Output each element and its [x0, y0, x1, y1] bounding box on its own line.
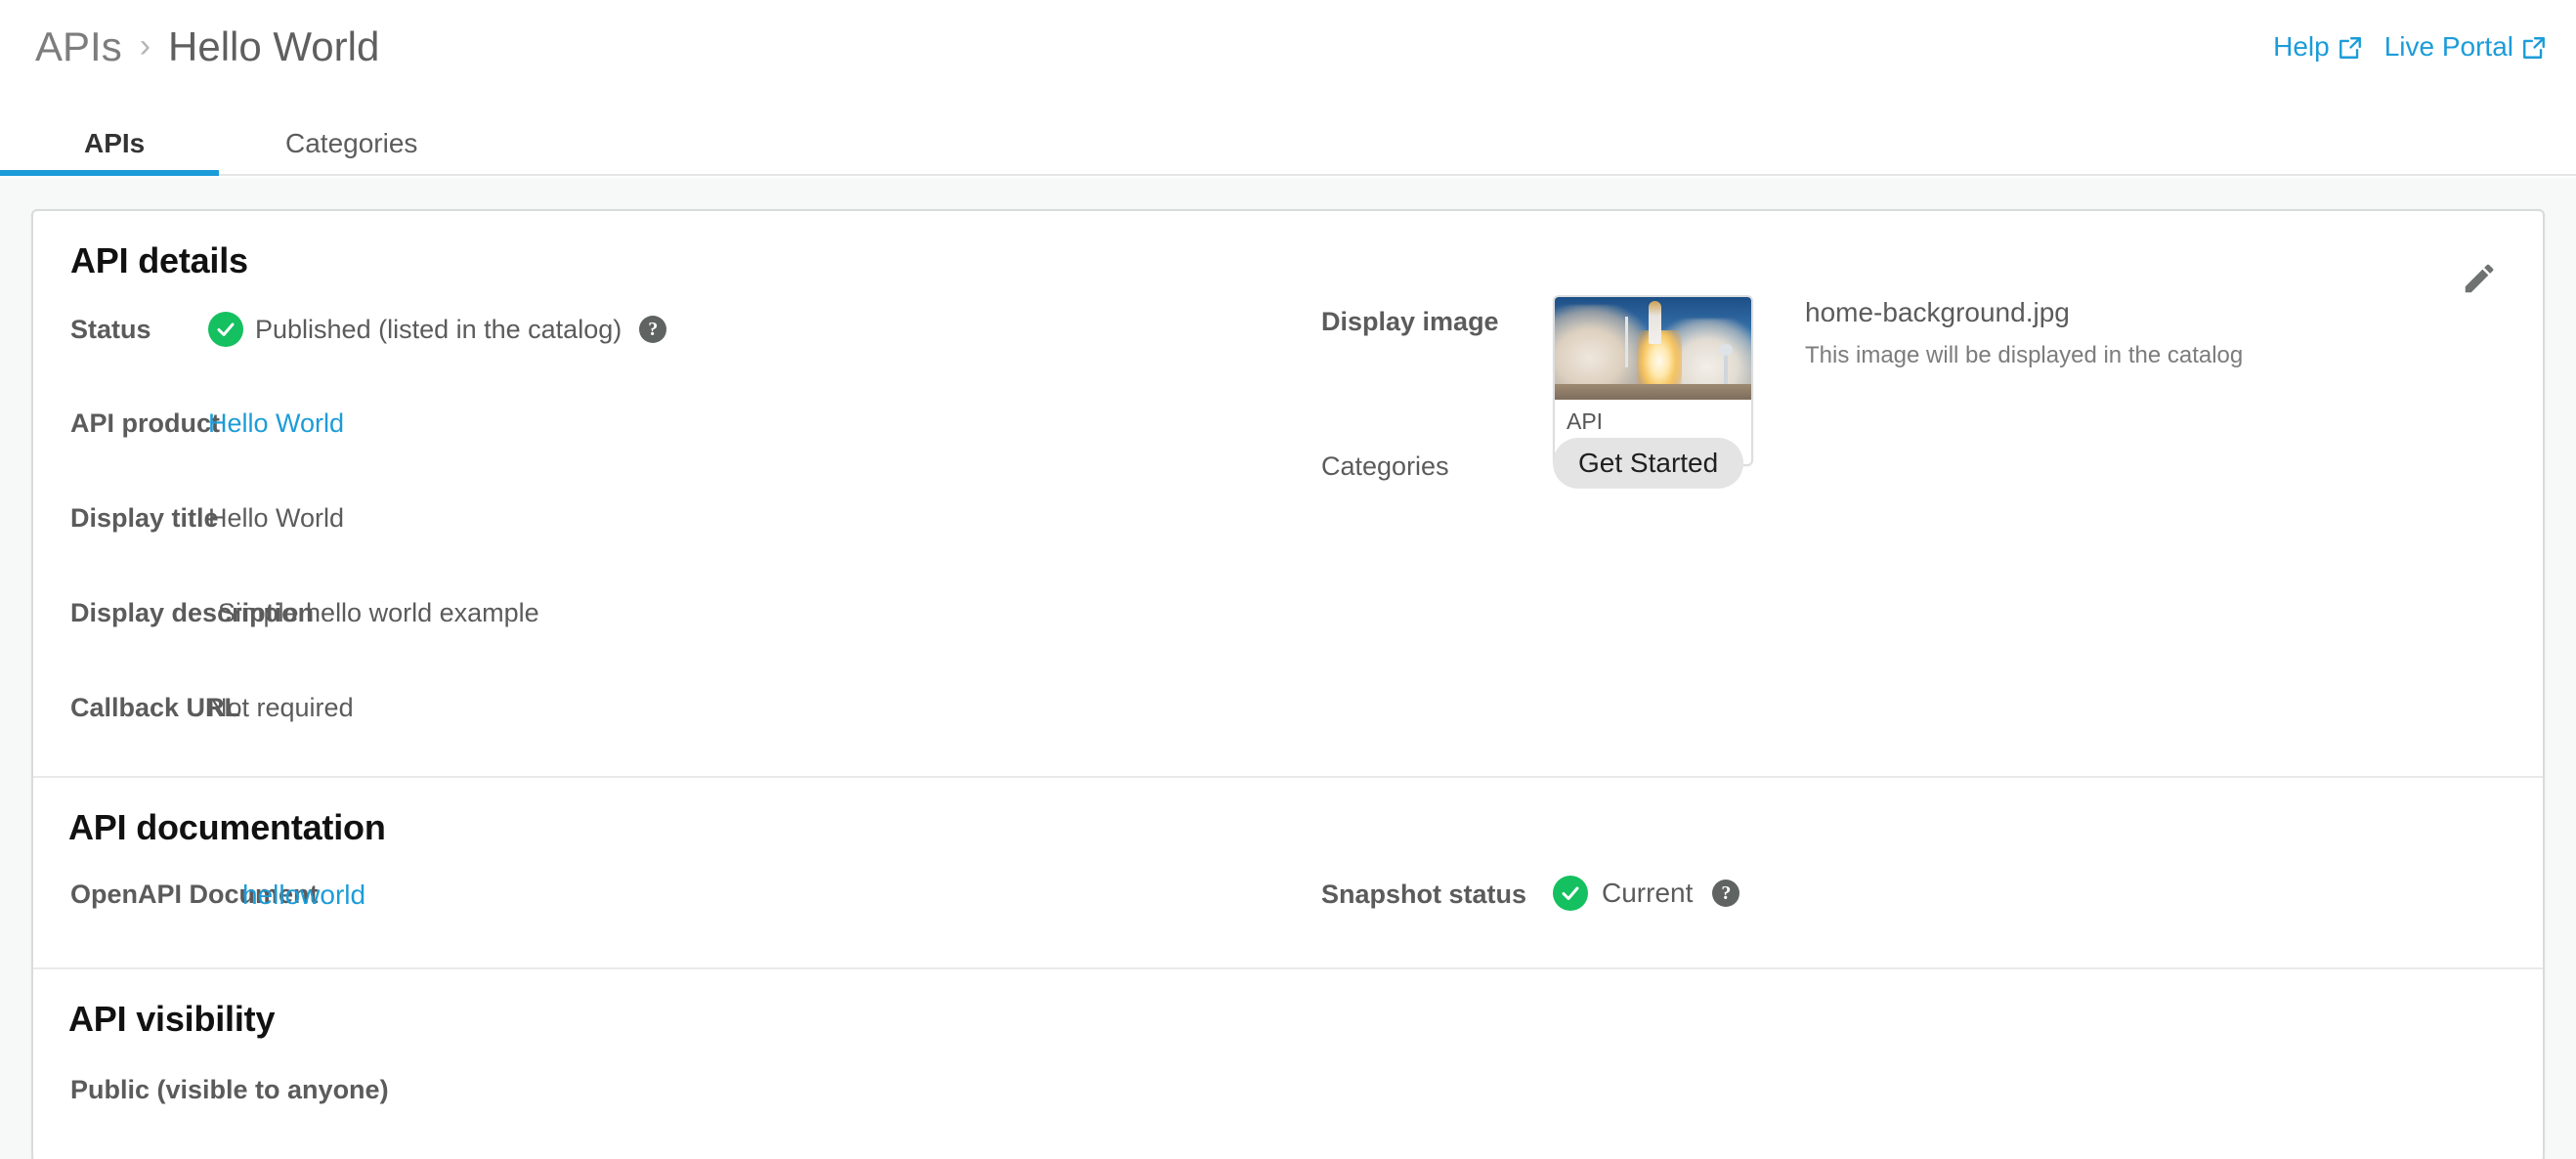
- field-snapshot-status-value: Current: [1602, 878, 1694, 908]
- section-api-details: API details Status Published (listed in …: [33, 211, 2543, 776]
- pencil-icon: [2461, 260, 2498, 302]
- snapshot-help-icon[interactable]: ?: [1712, 880, 1740, 907]
- thumbnail-title: API: [1567, 408, 1604, 434]
- page-header: APIs › Hello World Help Live Portal: [0, 0, 2576, 115]
- field-callback-url-value: Not required: [208, 693, 354, 722]
- field-api-product: API product Hello World: [68, 408, 2508, 456]
- field-api-product-label: API product: [70, 408, 220, 438]
- section-api-documentation: API documentation OpenAPI Document hello…: [33, 776, 2543, 967]
- field-display-title-label: Display title: [70, 503, 219, 533]
- edit-button[interactable]: [2457, 258, 2502, 303]
- check-circle-icon: [208, 312, 243, 347]
- ground-strip: [1555, 384, 1751, 400]
- live-portal-link[interactable]: Live Portal: [2384, 31, 2547, 63]
- header-links: Help Live Portal: [2273, 31, 2547, 63]
- external-link-icon: [2521, 35, 2547, 61]
- field-callback-url: Callback URL Not required: [68, 693, 2508, 741]
- section-api-visibility: API visibility Public (visible to anyone…: [33, 967, 2543, 1159]
- api-visibility-title: API visibility: [68, 999, 276, 1039]
- display-image-file-info: home-background.jpg This image will be d…: [1805, 297, 2243, 369]
- live-portal-link-label: Live Portal: [2383, 31, 2513, 62]
- api-documentation-title: API documentation: [68, 807, 386, 847]
- help-link-label: Help: [2273, 31, 2330, 62]
- field-status-value: Published (listed in the catalog): [255, 314, 623, 344]
- field-status-value-group: Published (listed in the catalog) ?: [208, 312, 667, 347]
- field-snapshot-status-value-group: Current ?: [1553, 876, 1740, 911]
- api-visibility-value: Public (visible to anyone): [70, 1075, 389, 1104]
- category-chip-get-started[interactable]: Get Started: [1553, 438, 1744, 489]
- tab-apis-label: APIs: [84, 128, 146, 158]
- breadcrumb-current: Hello World: [168, 23, 380, 69]
- field-api-product-link[interactable]: Hello World: [208, 408, 344, 439]
- api-details-title: API details: [70, 240, 248, 280]
- external-link-icon: [2338, 35, 2363, 61]
- field-snapshot-status: Snapshot status Current ?: [1321, 876, 1740, 911]
- field-display-image-label: Display image: [1321, 307, 1499, 336]
- tab-bar: APIs Categories: [0, 115, 2576, 176]
- check-circle-icon: [1553, 876, 1588, 911]
- display-image-note: This image will be displayed in the cata…: [1805, 342, 2244, 368]
- categories-chip-list: Get Started: [1553, 438, 1744, 489]
- breadcrumb-root-link[interactable]: APIs: [35, 23, 122, 70]
- breadcrumb-separator-icon: ›: [139, 27, 151, 64]
- field-status-label: Status: [70, 315, 151, 344]
- help-link[interactable]: Help: [2273, 31, 2363, 63]
- launch-tower: [1625, 317, 1628, 367]
- tab-categories[interactable]: Categories: [272, 113, 431, 174]
- tab-categories-label: Categories: [285, 128, 418, 158]
- field-display-title-value: Hello World: [208, 503, 345, 533]
- page-body: API details Status Published (listed in …: [0, 178, 2576, 1159]
- tab-apis[interactable]: APIs: [0, 113, 220, 176]
- field-openapi-document: OpenAPI Document helloworld: [68, 880, 2508, 924]
- field-display-title: Display title Hello World: [68, 503, 2508, 551]
- api-detail-page: APIs › Hello World Help Live Portal APIs…: [0, 0, 2576, 1159]
- display-image-filename: home-background.jpg: [1805, 297, 2070, 327]
- api-details-fields: Status Published (listed in the catalog)…: [68, 312, 2508, 741]
- status-help-icon[interactable]: ?: [639, 316, 667, 343]
- rocket-launch-image: [1555, 297, 1751, 400]
- field-categories-label: Categories: [1321, 451, 1449, 481]
- field-display-description: Display description Simple hello world e…: [68, 598, 2508, 646]
- api-detail-card: API details Status Published (listed in …: [31, 209, 2545, 1159]
- field-snapshot-status-label: Snapshot status: [1321, 880, 1527, 909]
- field-display-description-value: Simple hello world example: [218, 598, 539, 627]
- field-openapi-document-link[interactable]: helloworld: [242, 880, 365, 911]
- breadcrumb: APIs › Hello World: [35, 23, 379, 70]
- rocket-icon: [1649, 301, 1661, 344]
